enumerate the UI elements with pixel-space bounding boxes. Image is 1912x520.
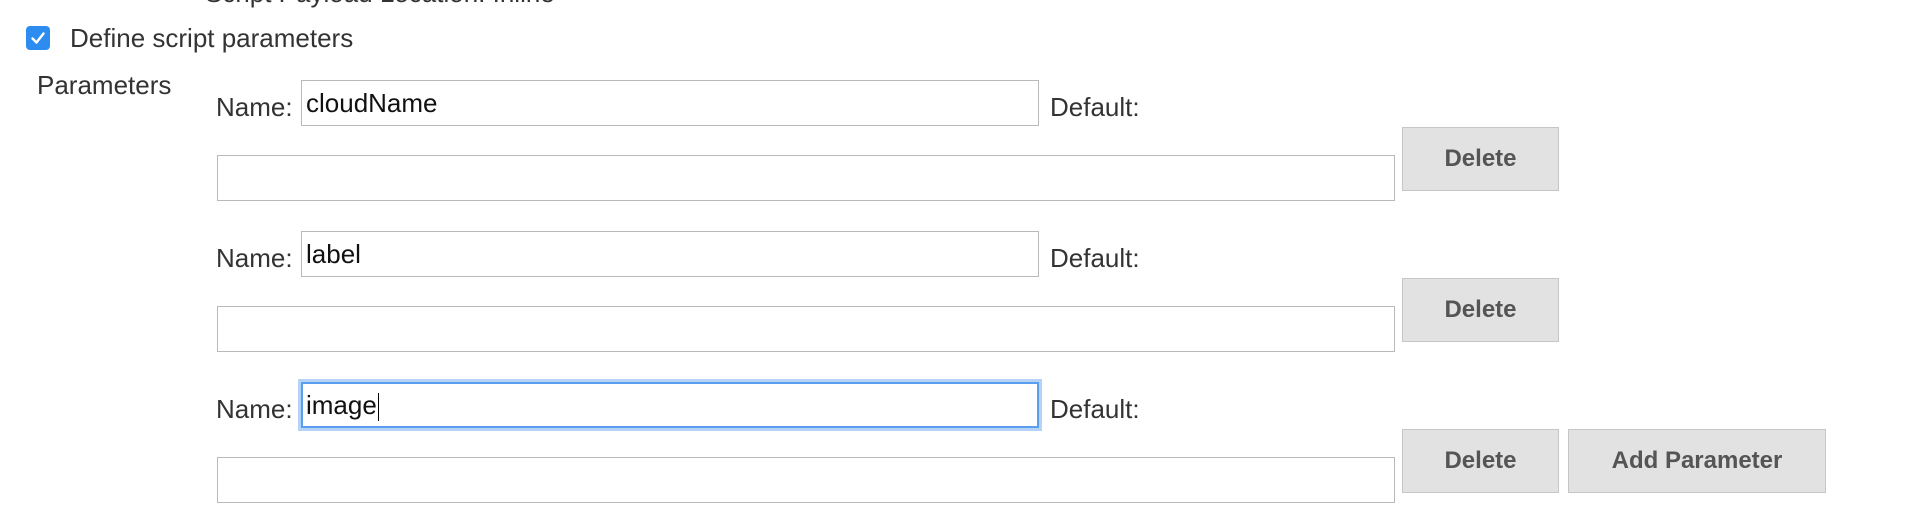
parameter-row: Name: image Default: Delete Add Paramete… — [216, 382, 1836, 512]
param-default-label: Default: — [1050, 394, 1140, 424]
script-parameters-panel: Script Payload Location: Inline Define s… — [0, 0, 1912, 520]
param-default-input[interactable] — [217, 306, 1395, 352]
param-name-label: Name: — [216, 394, 293, 424]
param-default-input[interactable] — [217, 457, 1395, 503]
parameters-section-label: Parameters — [37, 70, 172, 100]
define-params-label[interactable]: Define script parameters — [70, 23, 353, 54]
param-name-label: Name: — [216, 243, 293, 273]
param-name-label: Name: — [216, 92, 293, 122]
text-caret — [377, 393, 379, 422]
parameter-row: Name: cloudName Default: Delete — [216, 80, 1836, 210]
delete-parameter-button[interactable]: Delete — [1402, 127, 1559, 191]
delete-parameter-button[interactable]: Delete — [1402, 278, 1559, 342]
define-params-checkbox[interactable] — [26, 26, 50, 50]
delete-parameter-button[interactable]: Delete — [1402, 429, 1559, 493]
param-name-input[interactable]: image — [301, 382, 1039, 428]
param-default-input[interactable] — [217, 155, 1395, 201]
param-name-value: image — [306, 390, 377, 420]
param-name-input[interactable]: label — [301, 231, 1039, 277]
parameter-row: Name: label Default: Delete — [216, 231, 1836, 361]
define-params-row[interactable]: Define script parameters — [26, 22, 353, 54]
script-payload-text: Script Payload Location: Inline — [205, 0, 555, 9]
param-default-label: Default: — [1050, 243, 1140, 273]
checkmark-icon — [31, 32, 45, 44]
param-default-label: Default: — [1050, 92, 1140, 122]
param-name-input[interactable]: cloudName — [301, 80, 1039, 126]
add-parameter-button[interactable]: Add Parameter — [1568, 429, 1826, 493]
